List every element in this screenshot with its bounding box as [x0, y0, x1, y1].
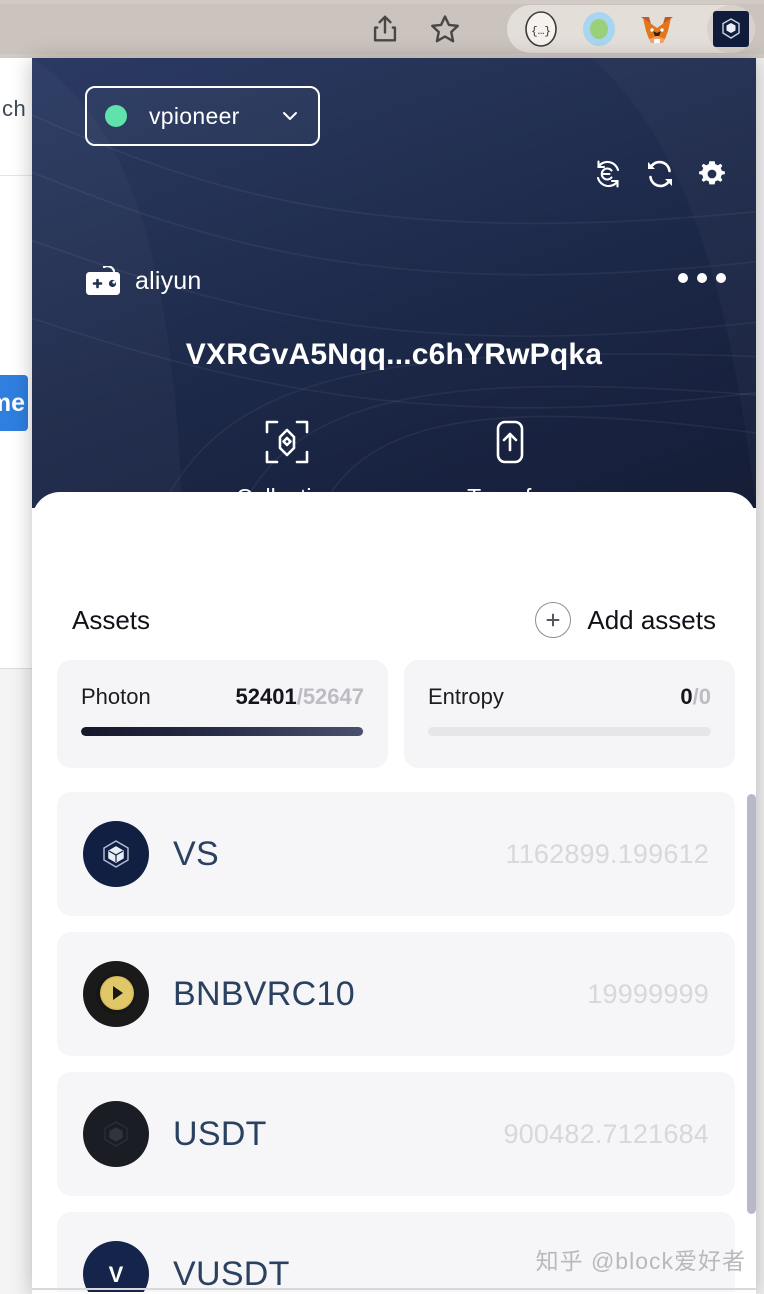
more-options-icon[interactable]: [678, 273, 726, 283]
settings-gear-icon[interactable]: [696, 158, 728, 190]
entropy-card[interactable]: Entropy 0/0: [404, 660, 735, 768]
scan-receive-icon: [263, 418, 311, 471]
table-row[interactable]: BNBVRC10 19999999: [57, 932, 735, 1056]
arrow-up-send-icon: [486, 418, 534, 471]
wallet-popup: vpioneer aliyun VXRGvA5Nqq...c6hYRwPqka …: [32, 58, 756, 1294]
bookmark-star-icon[interactable]: [428, 12, 462, 46]
token-list[interactable]: VS 1162899.199612 BNBVRC10 19999999 USDT…: [57, 792, 735, 1292]
plus-circle-icon: [535, 602, 572, 638]
header-action-group: [592, 158, 728, 190]
account-status-dot: [105, 105, 127, 127]
token-list-scrollbar[interactable]: [747, 794, 756, 1214]
scrollbar-thumb[interactable]: [747, 794, 756, 1214]
token-symbol: VUSDT: [173, 1254, 290, 1293]
vusdt-token-icon: V: [83, 1241, 149, 1292]
photon-label: Photon: [81, 684, 151, 709]
entropy-current: 0: [680, 684, 693, 709]
wallet-address[interactable]: VXRGvA5Nqq...c6hYRwPqka: [32, 338, 756, 372]
refresh-icon[interactable]: [644, 158, 676, 190]
photon-progress-fill: [81, 727, 363, 736]
photon-value: 52401/52647: [236, 684, 365, 710]
toolbar-icon-group: [368, 4, 462, 54]
add-assets-button[interactable]: Add assets: [535, 602, 716, 638]
account-selector[interactable]: vpioneer: [85, 86, 320, 146]
assets-header: Assets Add assets: [72, 602, 716, 638]
token-balance: 900482.7121684: [503, 1118, 709, 1149]
token-balance: 19999999: [587, 978, 709, 1009]
watermark: 知乎 @block爱好者: [535, 1248, 746, 1274]
browser-toolbar: {…}: [0, 0, 764, 58]
share-icon[interactable]: [368, 12, 402, 46]
resource-cards: Photon 52401/52647 Entropy 0/0: [57, 660, 735, 768]
token-symbol: VS: [173, 834, 219, 873]
photon-current: 52401: [235, 684, 297, 709]
photon-progress-track: [81, 727, 364, 736]
wallet-name: aliyun: [135, 266, 202, 295]
wallet-add-icon: [85, 265, 121, 296]
table-row[interactable]: USDT 900482.7121684: [57, 1072, 735, 1196]
token-symbol: USDT: [173, 1114, 267, 1153]
entropy-value: 0/0: [680, 684, 711, 710]
svg-text:{…}: {…}: [531, 26, 551, 38]
photon-max: 52647: [302, 684, 364, 709]
bnbvrc10-coin-token-icon: [83, 961, 149, 1027]
add-assets-label: Add assets: [587, 604, 716, 635]
token-balance: 1162899.199612: [505, 838, 709, 869]
chevron-down-icon: [280, 106, 300, 126]
currency-exchange-icon[interactable]: [592, 158, 624, 190]
blue-circle-extension-icon[interactable]: [579, 9, 619, 49]
background-primary-button[interactable]: me: [0, 375, 28, 431]
usdt-token-icon: [83, 1101, 149, 1167]
extension-toolbar-group: {…}: [507, 5, 755, 53]
photon-card[interactable]: Photon 52401/52647: [57, 660, 388, 768]
background-text-fragment: ch: [2, 96, 27, 121]
wallet-identity[interactable]: aliyun: [85, 265, 202, 296]
metamask-extension-icon[interactable]: [637, 9, 677, 49]
entropy-label: Entropy: [428, 684, 504, 709]
entropy-max: 0: [698, 684, 711, 709]
assets-sheet: Assets Add assets Photon 52401/52647 Ent…: [32, 492, 756, 1294]
vpioneer-wallet-extension-icon[interactable]: [707, 5, 755, 53]
vs-cube-token-icon: [83, 821, 149, 887]
wallet-header: vpioneer aliyun VXRGvA5Nqq...c6hYRwPqka: [32, 58, 756, 508]
json-viewer-extension-icon[interactable]: {…}: [521, 9, 561, 49]
token-symbol: BNBVRC10: [173, 974, 355, 1013]
sheet-bottom-divider: [32, 1288, 756, 1290]
assets-title: Assets: [72, 604, 151, 635]
account-name: vpioneer: [149, 102, 240, 129]
svg-text:V: V: [109, 1262, 124, 1287]
entropy-progress-track: [428, 727, 711, 736]
table-row[interactable]: VS 1162899.199612: [57, 792, 735, 916]
